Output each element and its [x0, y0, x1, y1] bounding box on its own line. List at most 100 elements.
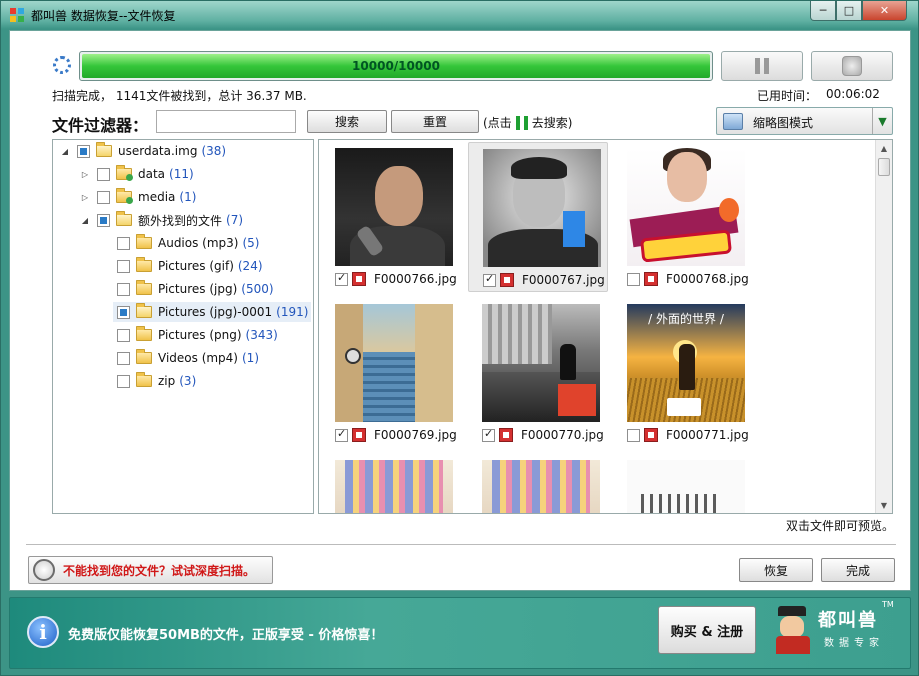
file-checkbox[interactable] [627, 428, 640, 442]
tree-checkbox[interactable] [117, 374, 130, 388]
file-thumbnail-grid[interactable]: F0000766.jpg F0000767.jpg [318, 139, 893, 514]
file-checkbox[interactable] [482, 427, 495, 442]
grid-scrollbar[interactable]: ▲ ▼ [875, 140, 892, 513]
brand-logo-subtitle: 数据专家 [824, 638, 884, 649]
buy-register-button[interactable]: 购买 & 注册 [658, 606, 756, 654]
file-thumbnail[interactable] [627, 460, 745, 513]
tree-checkbox[interactable] [117, 328, 130, 342]
tree-checkbox[interactable] [117, 351, 130, 365]
tree-item-videos[interactable]: Videos (mp4) (1) [117, 348, 259, 368]
deep-scan-label: 不能找到您的文件？试试深度扫描。 [63, 563, 256, 578]
file-tile[interactable]: F0000769.jpg [321, 298, 461, 448]
tree-item-count: (1) [242, 351, 259, 365]
tree-checkbox[interactable] [117, 236, 130, 250]
scroll-up-icon[interactable]: ▲ [876, 140, 892, 156]
file-label: F0000769.jpg [335, 427, 457, 442]
tree-checkbox[interactable] [97, 213, 110, 227]
elapsed-time-label: 已用时间： [757, 89, 818, 103]
brand-logo-text: 都叫兽 [818, 610, 878, 631]
tree-item-count: (7) [226, 213, 244, 227]
jpg-file-icon [644, 272, 658, 286]
recover-button[interactable]: 恢复 [739, 558, 813, 582]
chevron-down-icon[interactable]: ▼ [872, 108, 892, 134]
folder-icon [136, 372, 152, 387]
file-tile[interactable]: F0000767.jpg [468, 142, 608, 292]
file-name: F0000766.jpg [374, 272, 457, 286]
jpg-file-icon [644, 428, 658, 442]
reset-button[interactable]: 重置 [391, 110, 479, 133]
tree-checkbox[interactable] [97, 167, 110, 181]
folder-icon [136, 234, 152, 249]
tree-item-label: media [138, 190, 176, 204]
progress-text: 10000/10000 [352, 59, 440, 73]
file-tile[interactable] [613, 454, 753, 513]
search-button[interactable]: 搜索 [307, 110, 387, 133]
title-bar[interactable]: 都叫兽 数据恢复--文件恢复 ─ □ ✕ [1, 1, 918, 29]
tree-item-pictures-jpg[interactable]: Pictures (jpg) (500) [117, 279, 274, 299]
filter-hint-suffix: 去搜索) [531, 116, 573, 130]
tree-item-pictures-jpg-0001[interactable]: Pictures (jpg)-0001 (191) [113, 302, 311, 322]
view-mode-select[interactable]: 缩略图模式 ▼ [716, 107, 893, 135]
file-tile[interactable]: / 外面的世界 / F0000771.jpg [613, 298, 753, 448]
filter-label: 文件过滤器： [52, 116, 149, 135]
tree-item-count: (11) [169, 167, 194, 181]
file-checkbox[interactable] [335, 427, 348, 442]
tree-item-pictures-gif[interactable]: Pictures (gif) (24) [117, 256, 263, 276]
tree-item-label: 额外找到的文件 [138, 213, 223, 228]
file-checkbox[interactable] [335, 271, 348, 286]
collapse-icon[interactable]: ◢ [79, 216, 91, 225]
mascot-logo-icon [772, 606, 814, 654]
tree-checkbox[interactable] [97, 190, 110, 204]
file-thumbnail[interactable] [482, 460, 600, 513]
close-button[interactable]: ✕ [862, 1, 907, 21]
file-label: F0000771.jpg [627, 428, 749, 442]
tree-item-zip[interactable]: zip (3) [117, 371, 196, 391]
file-thumbnail[interactable] [627, 148, 745, 266]
filter-input[interactable] [156, 110, 296, 133]
tree-checkbox[interactable] [117, 259, 130, 273]
tree-checkbox[interactable] [77, 144, 90, 158]
file-tile[interactable] [321, 454, 461, 513]
jpg-file-icon [352, 272, 366, 286]
tree-item-audios[interactable]: Audios (mp3) (5) [117, 233, 259, 253]
stop-icon [842, 56, 862, 76]
info-icon: i [27, 616, 59, 648]
file-tile[interactable]: F0000766.jpg [321, 142, 461, 292]
tree-item-userdata[interactable]: ◢ userdata.img (38) [59, 141, 226, 161]
tree-item-extra-files[interactable]: ◢ 额外找到的文件 (7) [79, 210, 243, 230]
expand-icon[interactable]: ▷ [79, 193, 91, 202]
tree-item-media[interactable]: ▷ media (1) [79, 187, 196, 207]
stop-button[interactable] [811, 51, 893, 81]
file-thumbnail[interactable] [482, 304, 600, 422]
file-tile[interactable] [468, 454, 608, 513]
tree-item-data[interactable]: ▷ data (11) [79, 164, 194, 184]
file-thumbnail[interactable] [483, 149, 601, 267]
file-checkbox[interactable] [483, 272, 496, 287]
tree-item-label: data [138, 167, 166, 181]
file-checkbox[interactable] [627, 272, 640, 286]
expand-icon[interactable]: ▷ [79, 170, 91, 179]
collapse-icon[interactable]: ◢ [59, 147, 71, 156]
promo-footer: i 免费版仅能恢复50MB的文件，正版享受 - 价格惊喜！ 购买 & 注册 都叫… [9, 597, 911, 669]
folder-icon [136, 349, 152, 364]
special-folder-icon [116, 165, 133, 181]
pause-button[interactable] [721, 51, 803, 81]
file-tile[interactable]: F0000768.jpg [613, 142, 753, 292]
file-thumbnail[interactable] [335, 148, 453, 266]
minimize-button[interactable]: ─ [810, 1, 836, 21]
tree-checkbox[interactable] [117, 305, 130, 319]
scroll-thumb[interactable] [878, 158, 890, 176]
folder-tree[interactable]: ◢ userdata.img (38) ▷ data (11) ▷ media … [52, 139, 314, 514]
file-thumbnail[interactable] [335, 304, 453, 422]
maximize-button[interactable]: □ [836, 1, 862, 21]
scroll-down-icon[interactable]: ▼ [876, 497, 892, 513]
deep-scan-button[interactable]: 不能找到您的文件？试试深度扫描。 [28, 556, 273, 584]
promo-text: 免费版仅能恢复50MB的文件，正版享受 - 价格惊喜！ [68, 628, 384, 643]
tree-item-pictures-png[interactable]: Pictures (png) (343) [117, 325, 278, 345]
file-thumbnail[interactable]: / 外面的世界 / [627, 304, 745, 422]
done-button[interactable]: 完成 [821, 558, 895, 582]
file-tile[interactable]: F0000770.jpg [468, 298, 608, 448]
filter-hint-prefix: (点击 [483, 116, 512, 130]
file-thumbnail[interactable] [335, 460, 453, 513]
tree-checkbox[interactable] [117, 282, 130, 296]
